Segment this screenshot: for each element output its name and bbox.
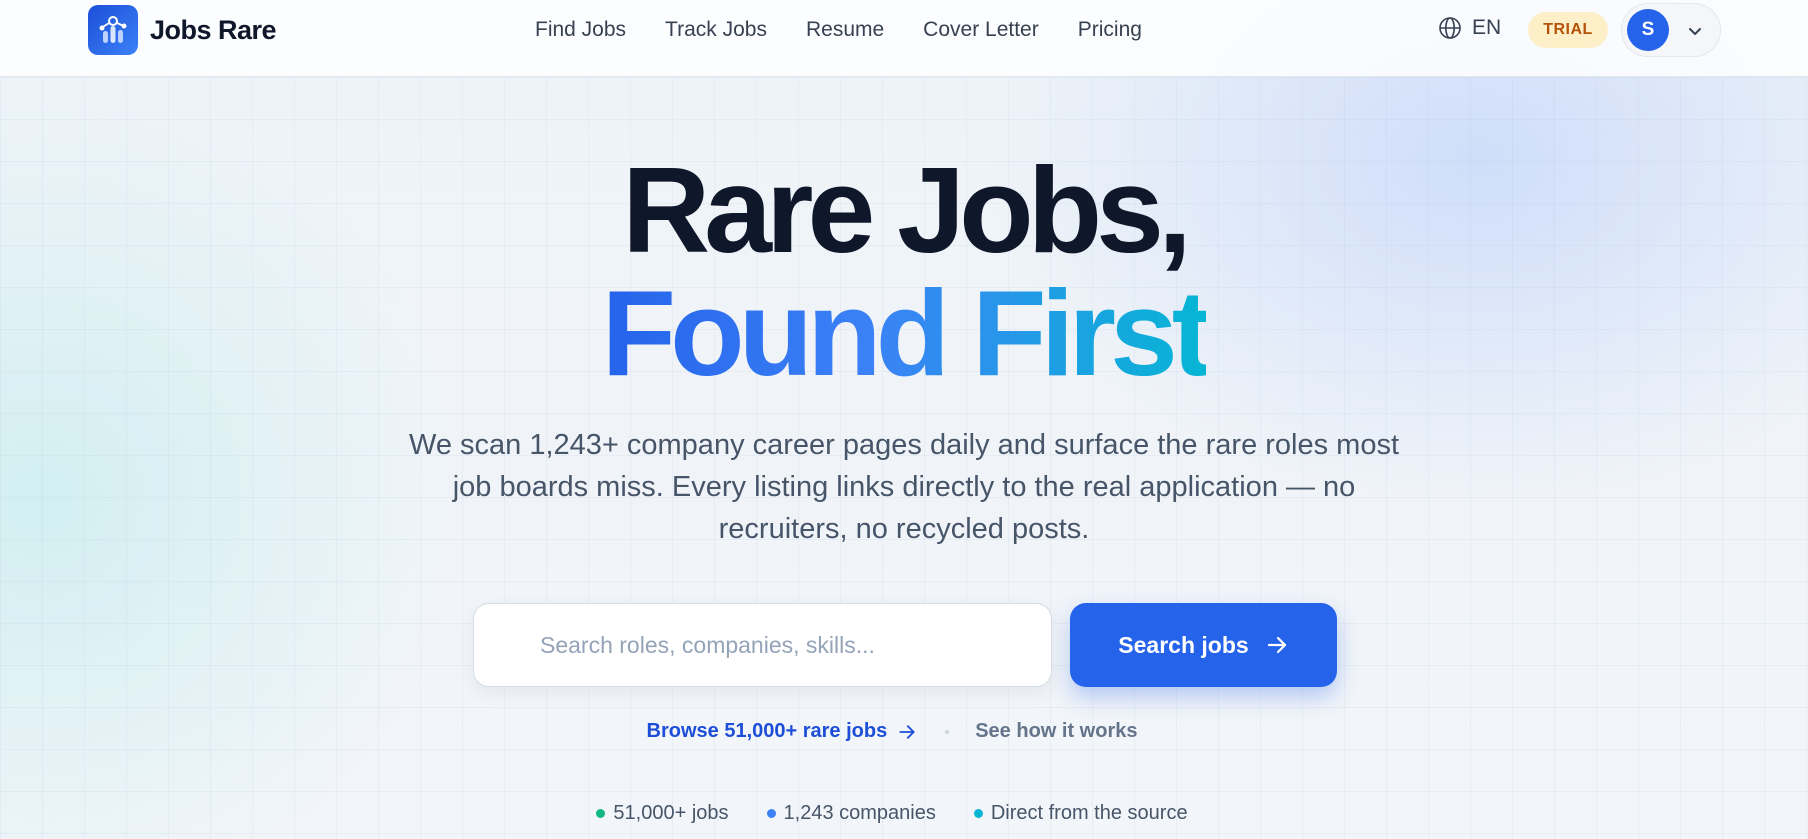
nav-track-jobs[interactable]: Track Jobs (665, 15, 767, 45)
how-it-works-link[interactable]: See how it works (975, 720, 1137, 743)
browse-jobs-link[interactable]: Browse 51,000+ rare jobs (647, 720, 918, 743)
hero-title-line-1: Rare Jobs, (622, 142, 1192, 278)
top-header: Jobs Rare Find Jobs Track Jobs Resume Co… (0, 0, 1808, 77)
globe-icon (1439, 17, 1461, 39)
stat-source: Direct from the source (973, 802, 1188, 825)
language-selector[interactable]: EN (1438, 16, 1501, 40)
browse-jobs-label: Browse 51,000+ rare jobs (646, 720, 888, 742)
search-jobs-label: Search jobs (1118, 631, 1249, 658)
link-separator (945, 729, 950, 734)
trial-badge: TRIAL (1528, 12, 1608, 48)
status-dot-icon (766, 809, 776, 818)
stat-jobs: 51,000+ jobs (596, 802, 729, 825)
account-menu[interactable]: S (1621, 3, 1721, 57)
hero-subtitle: We scan 1,243+ company career pages dail… (408, 429, 1400, 545)
brand[interactable]: Jobs Rare (88, 5, 277, 55)
chevron-down-icon (1689, 28, 1701, 35)
arrow-right-icon (899, 724, 915, 739)
stats-row: 51,000+ jobs 1,243 companies Direct from… (0, 802, 1796, 825)
brand-logo-icon (88, 5, 138, 55)
search-jobs-button[interactable]: Search jobs (1070, 603, 1337, 687)
hero-title-line-2: Found First (0, 272, 1808, 394)
avatar: S (1627, 9, 1669, 51)
nav-find-jobs[interactable]: Find Jobs (535, 15, 626, 45)
page: Jobs Rare Find Jobs Track Jobs Resume Co… (0, 0, 1808, 839)
stat-label: 51,000+ jobs (613, 802, 729, 824)
nav-pricing[interactable]: Pricing (1078, 15, 1142, 45)
language-label: EN (1472, 16, 1502, 39)
arrow-right-icon (1267, 636, 1286, 654)
hero-links: Browse 51,000+ rare jobs See how it work… (0, 720, 1808, 743)
stat-companies: 1,243 companies (766, 802, 936, 825)
main-nav: Find Jobs Track Jobs Resume Cover Letter… (535, 15, 1142, 45)
stat-label: Direct from the source (990, 802, 1188, 824)
search-box (473, 603, 1052, 687)
search-input[interactable] (540, 604, 1030, 686)
status-dot-icon (973, 809, 983, 818)
nav-cover-letter[interactable]: Cover Letter (923, 15, 1039, 45)
nav-resume[interactable]: Resume (806, 15, 884, 45)
hero-title-gradient-text: Found First (601, 265, 1213, 401)
stat-label: 1,243 companies (783, 802, 936, 824)
brand-name: Jobs Rare (150, 14, 277, 45)
status-dot-icon (596, 809, 606, 818)
